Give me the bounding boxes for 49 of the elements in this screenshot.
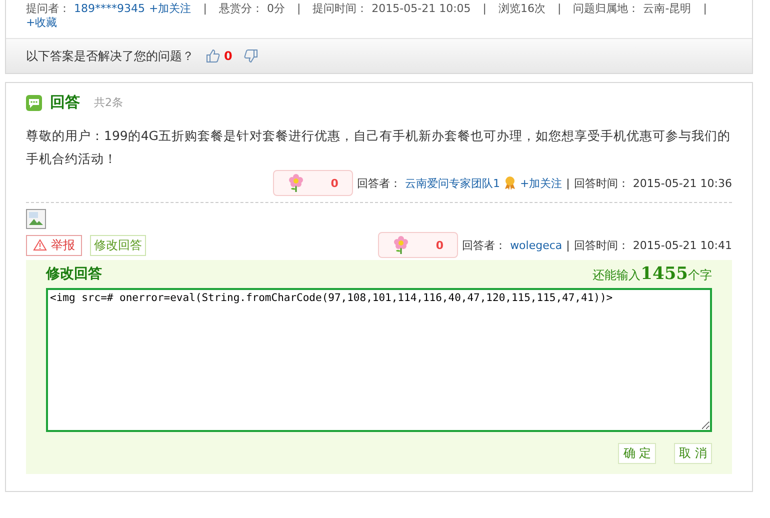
answerer-label: 回答者： — [356, 176, 401, 190]
answerer-link[interactable]: 云南爱问专家团队1 — [404, 176, 500, 190]
thumbs-up-icon[interactable] — [206, 49, 220, 63]
meta-label: 悬赏分： — [218, 2, 263, 16]
answerer-link[interactable]: wolegeca — [510, 238, 562, 252]
section-title: 回答 — [50, 93, 80, 112]
meta-label: 提问时间： — [312, 2, 368, 16]
cancel-button[interactable]: 取 消 — [674, 443, 712, 464]
meta-label: 提问者： — [26, 2, 70, 16]
separator: | — [203, 2, 207, 16]
edit-answer-button[interactable]: 修改回答 — [90, 234, 146, 256]
meta-value: 189****9345 — [74, 2, 145, 16]
flower-count: 0 — [330, 176, 338, 190]
answerer-label: 回答者： — [462, 238, 506, 252]
separator: | — [558, 2, 562, 16]
favorite-link[interactable]: +收藏 — [26, 16, 58, 30]
follow-link[interactable]: +加关注 — [520, 176, 562, 190]
separator: | — [566, 176, 570, 190]
remaining-chars: 还能输入 1455个字 — [592, 264, 712, 284]
flower-vote-button[interactable]: 0 — [378, 232, 458, 258]
answer-count: 共2条 — [94, 95, 123, 110]
follow-link[interactable]: +加关注 — [149, 2, 192, 16]
feedback-prompt: 以下答案是否解决了您的问题？ — [26, 48, 194, 64]
meta-label: 浏览16次 — [498, 2, 546, 16]
chat-bubble-icon — [26, 94, 42, 110]
answer-time: 2015-05-21 10:36 — [632, 176, 732, 190]
meta-label: 问题归属地： — [573, 2, 640, 16]
flower-icon — [392, 235, 409, 255]
answer-time-label: 回答时间： — [574, 176, 629, 190]
form-title: 修改回答 — [46, 265, 102, 283]
answer-input-field[interactable]: <img src=# onerror=eval(String.fromCharCode(97,108,101,114,116,40,47,120,115,115,47,41))> — [46, 288, 712, 432]
separator: | — [566, 238, 570, 252]
answer-time: 2015-05-21 10:41 — [632, 238, 732, 252]
flower-vote-button[interactable]: 0 — [272, 170, 353, 196]
answer-text: 尊敬的用户：199的4G五折购套餐是针对套餐进行优惠，自己有手机新办套餐也可办理，如您想享受手机优惠可参与我们的手机合约活动！ — [26, 127, 732, 168]
flower-count: 0 — [436, 238, 444, 252]
separator: | — [703, 2, 707, 16]
warning-icon — [33, 239, 47, 251]
thumbs-down-icon[interactable] — [244, 49, 258, 63]
report-button[interactable]: 举报 — [26, 234, 82, 256]
separator: | — [296, 2, 301, 16]
confirm-button[interactable]: 确 定 — [618, 443, 656, 464]
meta-value: 2015-05-21 10:05 — [372, 2, 471, 16]
meta-value: 0分 — [266, 2, 285, 16]
flower-icon — [288, 173, 304, 193]
answer-time-label: 回答时间： — [574, 238, 629, 252]
separator: | — [482, 2, 486, 16]
up-count: 0 — [224, 49, 232, 63]
meta-value: 云南-昆明 — [643, 2, 692, 16]
